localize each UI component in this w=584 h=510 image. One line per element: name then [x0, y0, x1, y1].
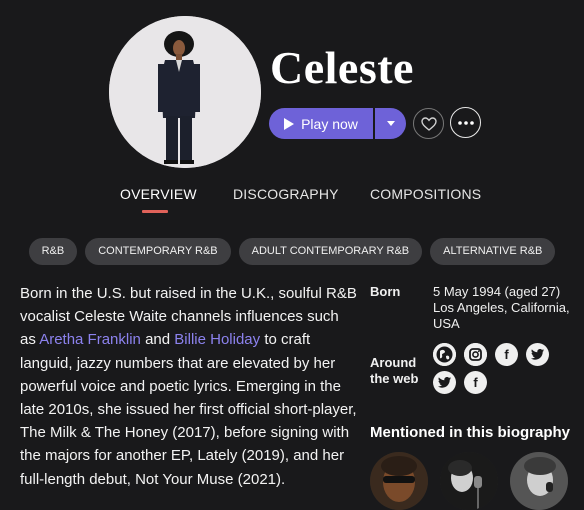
born-place: Los Angeles, California, USA: [433, 300, 570, 331]
social-links: f f: [433, 343, 553, 394]
tab-overview[interactable]: OVERVIEW: [120, 186, 197, 202]
bio-text-part: to craft languid, jazzy numbers that are…: [20, 331, 357, 488]
facebook-icon[interactable]: f: [464, 371, 487, 394]
genre-tags: R&B CONTEMPORARY R&B ADULT CONTEMPORARY …: [0, 238, 584, 265]
instagram-icon[interactable]: [464, 343, 487, 366]
favorite-button[interactable]: [413, 108, 444, 139]
bio-text-part: and: [140, 331, 175, 349]
play-icon: [284, 117, 295, 130]
heart-icon: [420, 116, 437, 131]
genre-tag-adult-contemporary-rnb[interactable]: ADULT CONTEMPORARY R&B: [238, 238, 423, 265]
twitter-icon[interactable]: [526, 343, 549, 366]
globe-icon[interactable]: [433, 343, 456, 366]
facebook-icon[interactable]: f: [495, 343, 518, 366]
mentioned-artist-thumb[interactable]: [440, 452, 498, 510]
more-options-button[interactable]: [450, 107, 481, 138]
chevron-down-icon: [386, 121, 395, 126]
born-date: 5 May 1994 (aged 27): [433, 284, 561, 299]
mentioned-artist-thumb[interactable]: [370, 452, 428, 510]
genre-tag-alternative-rnb[interactable]: ALTERNATIVE R&B: [430, 238, 556, 265]
mentioned-title: Mentioned in this biography: [370, 424, 570, 441]
mentioned-artist-thumb[interactable]: [510, 452, 568, 510]
artist-name: Celeste: [270, 42, 414, 93]
active-tab-indicator: [142, 210, 168, 213]
link-billie-holiday[interactable]: Billie Holiday: [174, 331, 260, 348]
born-value: 5 May 1994 (aged 27) Los Angeles, Califo…: [433, 284, 583, 332]
twitter-icon[interactable]: [433, 371, 456, 394]
play-options-dropdown[interactable]: [375, 108, 406, 139]
link-aretha-franklin[interactable]: Aretha Franklin: [39, 331, 141, 348]
born-label: Born: [370, 284, 401, 299]
play-now-button[interactable]: Play now: [269, 108, 373, 139]
artist-avatar: [109, 16, 261, 168]
genre-tag-contemporary-rnb[interactable]: CONTEMPORARY R&B: [85, 238, 231, 265]
ellipsis-icon: [457, 120, 474, 125]
biography-text: Born in the U.S. but raised in the U.K.,…: [20, 282, 358, 491]
play-controls: Play now: [269, 108, 406, 139]
tab-discography[interactable]: DISCOGRAPHY: [233, 186, 339, 202]
play-now-label: Play now: [301, 115, 358, 132]
genre-tag-rnb[interactable]: R&B: [28, 238, 78, 265]
mentioned-artists: [370, 452, 568, 510]
tab-compositions[interactable]: COMPOSITIONS: [370, 186, 481, 202]
around-the-web-label: Around the web: [370, 355, 419, 386]
